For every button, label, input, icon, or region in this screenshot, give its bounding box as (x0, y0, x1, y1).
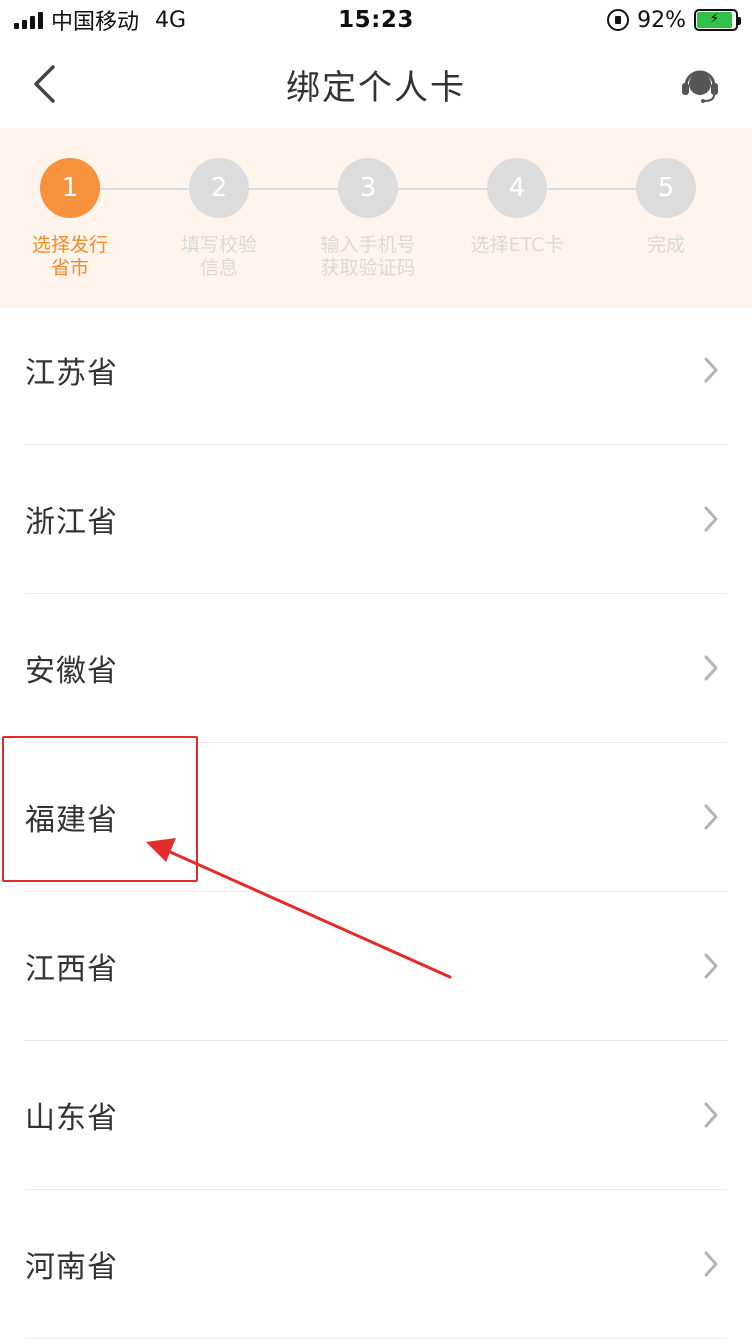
status-time: 15:23 (338, 7, 414, 33)
step-label: 选择发行 省市 (5, 234, 135, 280)
step-label-line1: 填写校验 (180, 234, 257, 256)
step-label-line1: 输入手机号 (320, 234, 416, 256)
status-left: 中国移动 4G (14, 4, 244, 36)
province-name: 山东省 (25, 1101, 118, 1136)
province-name: 福建省 (25, 803, 118, 838)
province-name: 河南省 (25, 1250, 118, 1285)
province-name: 安徽省 (25, 654, 118, 689)
step-number: 5 (636, 158, 696, 218)
step-label: 完成 (601, 234, 731, 257)
carrier-label: 中国移动 (51, 10, 140, 35)
step-label-line1: 完成 (646, 234, 685, 256)
chevron-left-icon (34, 65, 55, 103)
list-item-jiangxi[interactable]: 江西省 (25, 892, 727, 1041)
chevron-right-icon (699, 953, 723, 979)
progress-stepper: 1 选择发行 省市 2 填写校验 信息 3 输入手机号 获取验证码 4 选择ET… (0, 128, 752, 308)
list-item-jiangsu[interactable]: 江苏省 (25, 296, 727, 445)
battery-icon (694, 9, 741, 31)
network-label: 4G (155, 7, 187, 33)
step-number: 3 (338, 158, 398, 218)
chevron-right-icon (699, 506, 723, 532)
list-item-anhui[interactable]: 安徽省 (25, 594, 727, 743)
step-5: 5 完成 (601, 158, 731, 257)
back-button[interactable] (22, 62, 66, 106)
chevron-right-icon (699, 357, 723, 383)
chevron-right-icon (699, 655, 723, 681)
step-1: 1 选择发行 省市 (5, 158, 135, 280)
signal-icon (14, 11, 43, 29)
support-button[interactable] (678, 62, 722, 106)
nav-bar: 绑定个人卡 (0, 40, 752, 128)
step-label-line1: 选择ETC卡 (470, 234, 564, 256)
battery-fill (697, 12, 732, 28)
list-item-zhejiang[interactable]: 浙江省 (25, 445, 727, 594)
step-label: 选择ETC卡 (452, 234, 582, 257)
province-name: 浙江省 (25, 505, 118, 540)
step-label: 输入手机号 获取验证码 (303, 234, 433, 280)
province-name: 江苏省 (25, 356, 118, 391)
step-number: 2 (189, 158, 249, 218)
page-title: 绑定个人卡 (286, 67, 466, 108)
rotation-lock-icon (607, 9, 630, 31)
status-bar: 中国移动 4G 15:23 92% (0, 0, 752, 40)
step-label-line1: 选择发行 (31, 234, 108, 256)
step-4: 4 选择ETC卡 (452, 158, 582, 257)
step-number: 4 (487, 158, 547, 218)
step-number: 1 (40, 158, 100, 218)
step-2: 2 填写校验 信息 (154, 158, 284, 280)
province-list: 江苏省 浙江省 安徽省 福建省 江西省 山东省 河南省 (0, 296, 752, 1339)
list-item-henan[interactable]: 河南省 (25, 1190, 727, 1339)
step-label-line2: 省市 (50, 257, 89, 279)
step-label-line2: 获取验证码 (320, 257, 416, 279)
battery-percent: 92% (637, 7, 686, 33)
chevron-right-icon (699, 1251, 723, 1277)
chevron-right-icon (699, 1102, 723, 1128)
step-label: 填写校验 信息 (154, 234, 284, 280)
chevron-right-icon (699, 804, 723, 830)
headset-icon (682, 70, 718, 103)
province-name: 江西省 (25, 952, 118, 987)
list-item-fujian[interactable]: 福建省 (25, 743, 727, 892)
status-right: 92% (508, 7, 741, 33)
list-item-shandong[interactable]: 山东省 (25, 1041, 727, 1190)
step-label-line2: 信息 (199, 257, 238, 279)
step-3: 3 输入手机号 获取验证码 (303, 158, 433, 280)
